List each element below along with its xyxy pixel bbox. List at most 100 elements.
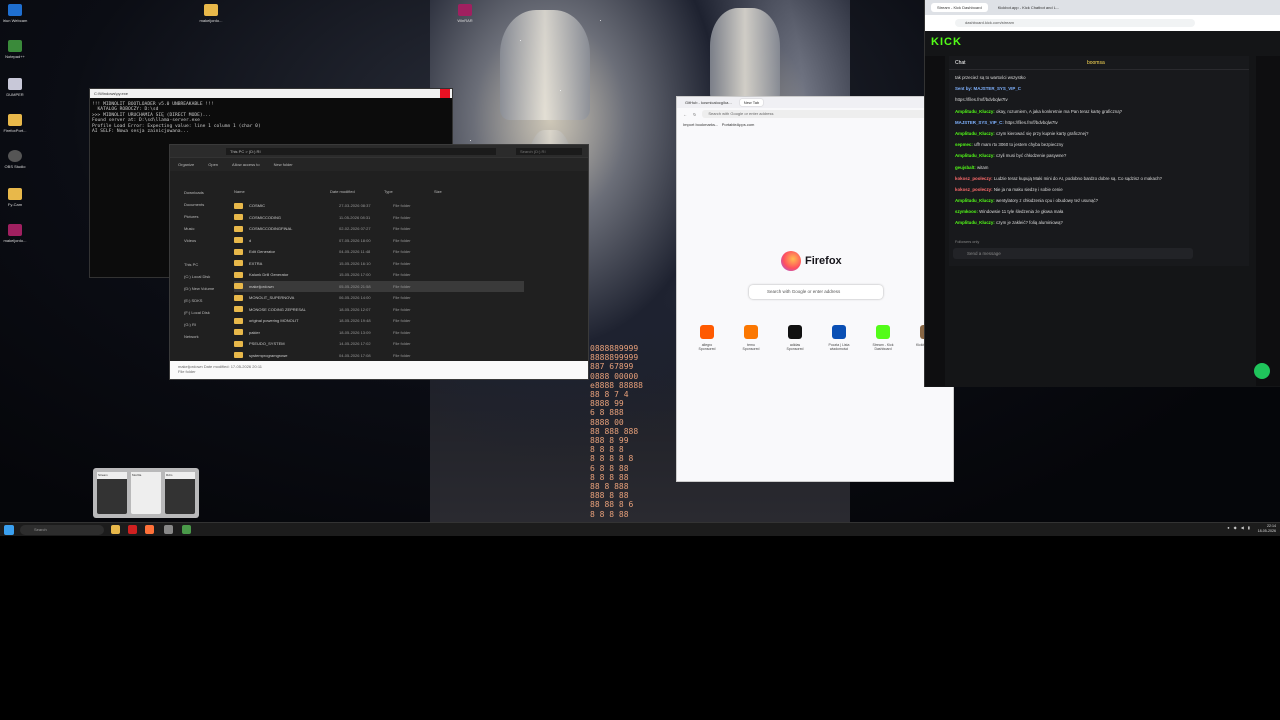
- desktop-icon-firefoxport[interactable]: FirefoxPort...: [2, 114, 28, 133]
- search-input[interactable]: Search (D:) RI: [516, 148, 582, 155]
- send-message-input[interactable]: Send a message: [953, 248, 1193, 259]
- chat-username[interactable]: geujsbalt:: [955, 165, 976, 170]
- battery-icon[interactable]: ▮: [1248, 525, 1250, 530]
- nav-item[interactable]: (C:) Local Disk: [174, 271, 220, 283]
- nav-item[interactable]: Downloads: [174, 187, 220, 199]
- thumbnail-stream[interactable]: Stream: [97, 472, 127, 514]
- address-bar[interactable]: This PC > (D:) RI: [226, 148, 496, 155]
- chat-bubble-icon[interactable]: [1254, 363, 1270, 379]
- table-row[interactable]: COSMICCODING 11-05-2026 08:31 File folder: [234, 212, 524, 224]
- table-row[interactable]: original powering MONOLIT 18-05-2026 19:4…: [234, 315, 524, 327]
- chat-username[interactable]: Sent by: MAJSTER_SYS_VIP_C: [955, 86, 1021, 91]
- close-icon[interactable]: [440, 89, 450, 98]
- firefox-window[interactable]: GitHub - kosmicalocg/ka... New Tab ← ↻ S…: [676, 96, 954, 482]
- tab-new-tab[interactable]: New Tab: [739, 99, 764, 106]
- bookmark-portableapps[interactable]: PortableApps.com: [722, 122, 755, 127]
- nav-item[interactable]: (D:) New Volume: [174, 283, 220, 295]
- table-row[interactable]: EXTRA 15-05-2026 16:10 File folder: [234, 258, 524, 270]
- file-explorer-window[interactable]: This PC > (D:) RI Search (D:) RI Organiz…: [169, 144, 589, 380]
- editor-taskbar-icon[interactable]: [182, 525, 191, 534]
- top-site-tile[interactable]: Poczta | Lista wiadomości: [827, 325, 851, 351]
- top-site-tile[interactable]: allegro Sponsored: [695, 325, 719, 351]
- top-site-tile[interactable]: adidas Sponsored: [783, 325, 807, 351]
- url-input[interactable]: Search with Google or enter address: [702, 110, 947, 118]
- back-icon[interactable]: ←: [683, 112, 687, 117]
- url-bar[interactable]: dashboard.kick.com/stream: [925, 15, 1280, 31]
- column-type[interactable]: Type: [384, 189, 434, 194]
- chat-username[interactable]: kokosz_pooleczy:: [955, 176, 993, 181]
- column-size[interactable]: Size: [434, 189, 442, 194]
- terminal-taskbar-icon[interactable]: [164, 525, 173, 534]
- table-row[interactable]: pakier 18-05-2026 13:09 File folder: [234, 327, 524, 339]
- tab-kick-dashboard[interactable]: Stream - Kick Dashboard: [931, 3, 988, 12]
- newtab-search-input[interactable]: Search with Google or enter address: [749, 285, 883, 299]
- desktop-icon-dumper[interactable]: DUMPER: [2, 78, 28, 97]
- nav-item[interactable]: (F:) Local Disk: [174, 307, 220, 319]
- table-row[interactable]: d 07-05-2026 18:00 File folder: [234, 235, 524, 247]
- bookmark-import[interactable]: Import bookmarks...: [683, 122, 718, 127]
- nav-item[interactable]: Network: [174, 331, 220, 343]
- kick-logo[interactable]: KICK: [931, 36, 962, 48]
- thumbnail-rdm[interactable]: Rdm: [165, 472, 195, 514]
- thumbnail-mozilla[interactable]: Mozilla: [131, 472, 161, 514]
- desktop-icon-obs[interactable]: OBS Studio: [2, 150, 28, 169]
- open-button[interactable]: Open: [208, 162, 218, 167]
- volume-icon[interactable]: ◀: [1241, 525, 1244, 530]
- chat-username[interactable]: sepmec:: [955, 142, 973, 147]
- nav-item[interactable]: (G:) RI: [174, 319, 220, 331]
- column-name[interactable]: Name: [234, 189, 330, 194]
- clock[interactable]: 22:14 18-05-2026: [1258, 524, 1276, 534]
- column-date[interactable]: Date modified: [330, 189, 384, 194]
- table-row[interactable]: MONOSE CODING ZEPRESAL 18-05-2026 12:07 Fi…: [234, 304, 524, 316]
- nav-item[interactable]: Documents: [174, 199, 220, 211]
- table-row[interactable]: COSMICCODINGFINAL 02-02-2026 07:27 File fo…: [234, 223, 524, 235]
- kick-dashboard-window[interactable]: Stream - Kick Dashboard Kickbot.app - Ki…: [924, 0, 1280, 387]
- start-button[interactable]: [4, 525, 14, 535]
- chat-username[interactable]: Amplitudu_Kluczy:: [955, 153, 995, 158]
- chat-username[interactable]: Amplitudu_Kluczy:: [955, 198, 995, 203]
- table-row[interactable]: MONOLIT_SUPERNOVA 06-05-2026 14:00 File fo…: [234, 292, 524, 304]
- chat-username[interactable]: Amplitudu_Kluczy:: [955, 109, 995, 114]
- tab-github[interactable]: GitHub - kosmicalocg/ka...: [681, 99, 736, 106]
- desktop-icon-fycam[interactable]: Fy-Cam: [2, 188, 28, 207]
- table-row[interactable]: PSEUDO_SYSTEM 14-05-2026 17:02 File folder: [234, 338, 524, 350]
- shield-icon[interactable]: ●: [1227, 525, 1229, 530]
- taskbar-search-input[interactable]: Search: [20, 525, 104, 535]
- explorer-taskbar-icon[interactable]: [111, 525, 120, 534]
- app-taskbar-icon[interactable]: [128, 525, 137, 534]
- desktop-icon-folder-top[interactable]: makeljordo...: [198, 4, 224, 23]
- chat-username[interactable]: MAJSTER_SYS_VIP_C:: [955, 120, 1004, 125]
- file-type: File folder: [393, 329, 411, 335]
- chat-username[interactable]: Amplitudu_Kluczy:: [955, 220, 995, 225]
- chat-username[interactable]: Amplitudu_Kluczy:: [955, 131, 995, 136]
- nav-item[interactable]: (E:) SDKS: [174, 295, 220, 307]
- reload-icon[interactable]: ↻: [693, 112, 696, 117]
- top-site-tile[interactable]: Stream - Kick Dashboard: [871, 325, 895, 351]
- desktop-icon-iriun[interactable]: Iriun Webcam: [2, 4, 28, 23]
- tab-kickbot[interactable]: Kickbot.app - Kick Chatbot and L...: [992, 3, 1066, 12]
- desktop-icon-rar[interactable]: makeljordo...: [2, 224, 28, 243]
- chat-username[interactable]: kokosz_pooleczy:: [955, 187, 993, 192]
- new-folder-button[interactable]: New folder: [274, 162, 293, 167]
- top-site-tile[interactable]: temu Sponsored: [739, 325, 763, 351]
- nav-item[interactable]: Music: [174, 223, 220, 235]
- desktop-icon-notepad[interactable]: Notepad++: [2, 40, 28, 59]
- chat-username[interactable]: szymkooo:: [955, 209, 978, 214]
- nav-item[interactable]: Videos: [174, 235, 220, 247]
- allow-access-button[interactable]: Allow access to: [232, 162, 260, 167]
- desktop-icon-winrar-top[interactable]: WinRAR: [452, 4, 478, 23]
- organize-button[interactable]: Organize: [178, 162, 194, 167]
- terminal-titlebar[interactable]: C:\Windows\py.exe: [90, 89, 452, 98]
- table-row[interactable]: systemprogramgrowe 04-05-2026 17:08 File f…: [234, 350, 524, 362]
- left-sidebar[interactable]: [925, 56, 945, 386]
- nav-item[interactable]: This PC: [174, 259, 220, 271]
- nav-item[interactable]: [174, 247, 220, 259]
- table-row[interactable]: makeljordown 05-05-2026 21:58 File folder: [234, 280, 524, 292]
- firefox-taskbar-icon[interactable]: [145, 525, 154, 534]
- table-row[interactable]: Edit Generator 04-05-2026 11:48 File folde…: [234, 246, 524, 258]
- table-row[interactable]: COSMIC 27-03-2026 08:37 File folder: [234, 200, 524, 212]
- nav-item[interactable]: Pictures: [174, 211, 220, 223]
- right-sidebar[interactable]: [1256, 56, 1280, 386]
- network-icon[interactable]: ◆: [1234, 525, 1237, 530]
- table-row[interactable]: Kalunk Drill Generator 15-05-2026 17:00 Fi…: [234, 269, 524, 281]
